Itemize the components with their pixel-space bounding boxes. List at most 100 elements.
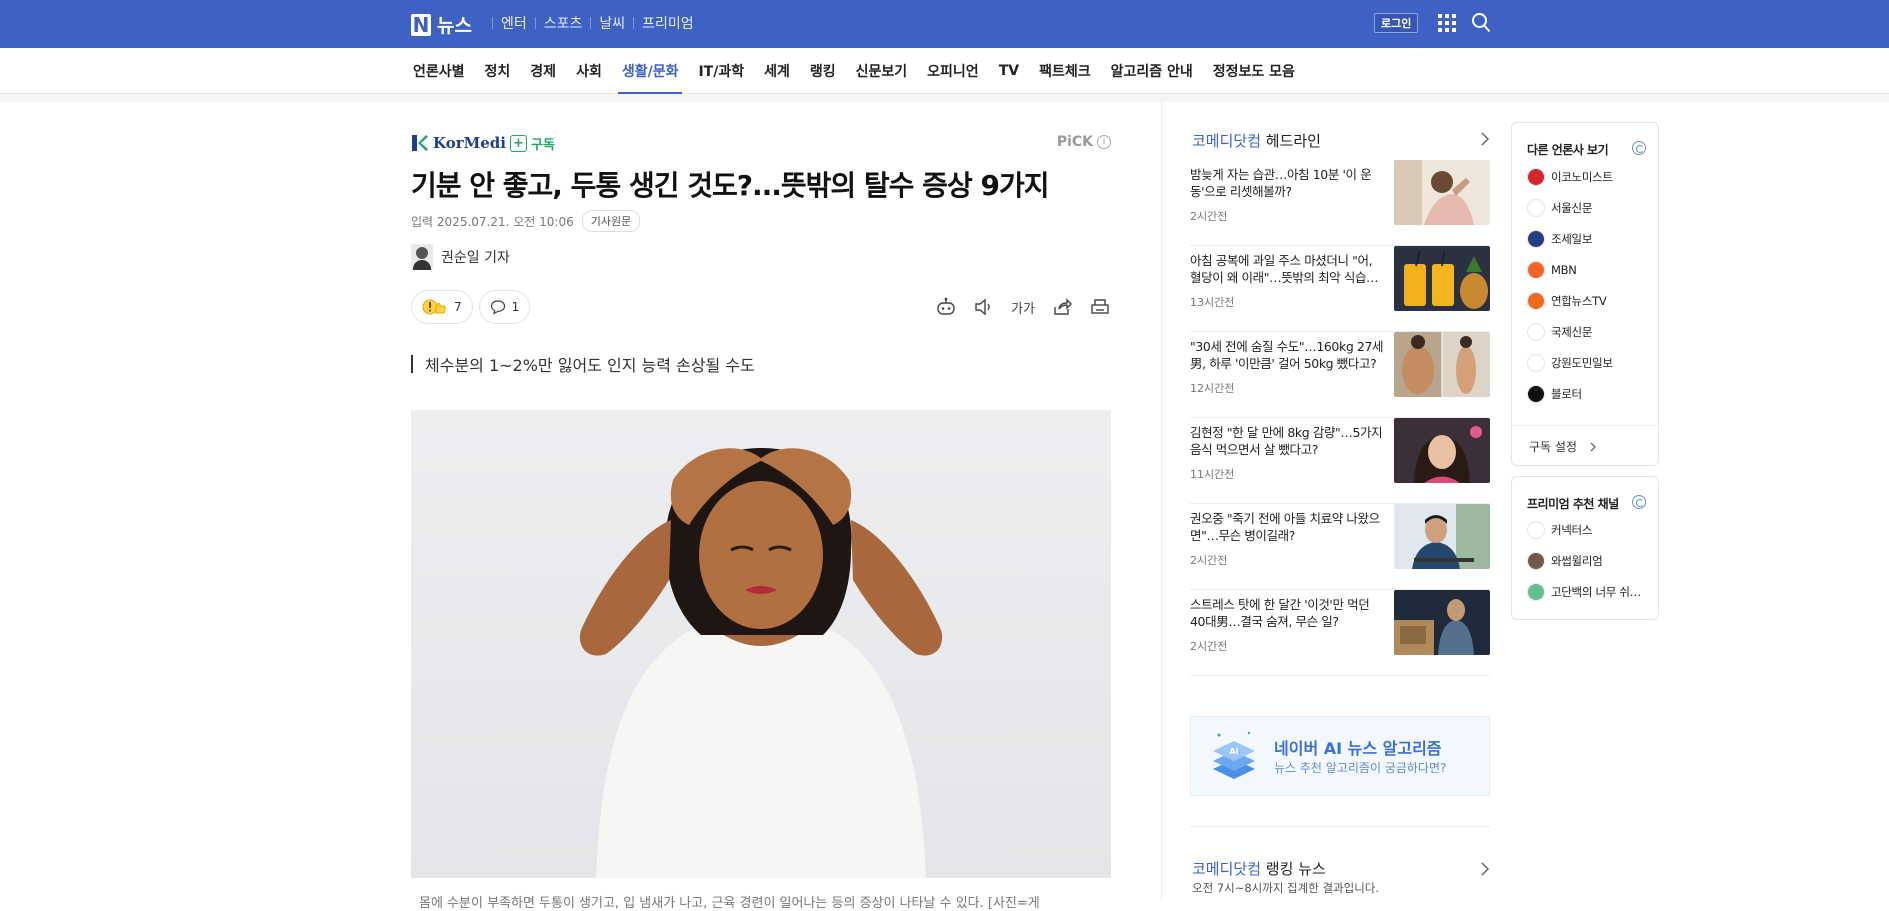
article-photo[interactable] [411,410,1111,878]
article-subtitle: 체수분의 1~2%만 잃어도 인지 능력 손상될 수도 [411,352,755,376]
category-tab[interactable]: 알고리즘 안내 [1111,48,1193,94]
premium-title: 프리미엄 추천 채널 [1527,497,1619,511]
category-tab[interactable]: 오피니언 [927,48,979,94]
category-tab[interactable]: 사회 [576,48,602,94]
top-nav-premium[interactable]: 프리미엄 [634,13,702,33]
headline-thumbnail [1394,160,1490,225]
apps-grid-icon[interactable] [1438,14,1456,32]
news-wordmark: 뉴스 [437,15,472,37]
headline-item[interactable]: 김현정 "한 달 만에 8kg 감량"…5가지 음식 먹으면서 살 뺐다고? 1… [1190,418,1490,504]
category-tab[interactable]: 언론사별 [413,48,465,94]
original-article-link[interactable]: 기사원문 [581,210,641,232]
headlines-title[interactable]: 코메디닷컴 헤드라인 [1192,130,1321,151]
comment-icon [490,300,505,315]
refresh-icon[interactable] [1632,141,1646,155]
press-logo-icon [1527,323,1545,341]
press-item[interactable]: 서울신문 [1527,199,1592,217]
press-item[interactable]: 조세일보 [1527,230,1592,248]
category-tab[interactable]: 세계 [764,48,790,94]
headline-text: 스트레스 탓에 한 달간 '이것'만 먹던 40대男…결국 숨져, 무슨 일? [1190,597,1370,629]
category-tab[interactable]: 경제 [530,48,556,94]
reporter[interactable]: 권순일 기자 [411,244,510,270]
press-item-label: 커넥터스 [1551,523,1593,537]
category-tab[interactable]: 정정보도 모음 [1213,48,1295,94]
headline-time: 13시간전 [1190,296,1235,309]
ai-stack-icon: AI [1213,731,1255,779]
press-item-label: 강원도민일보 [1551,356,1613,370]
reporter-name: 권순일 기자 [441,250,510,266]
login-button[interactable]: 로그인 [1374,13,1419,33]
category-tab[interactable]: IT/과학 [698,48,744,94]
category-nav: 언론사별 정치 경제 사회 생활/문화 IT/과학 세계 랭킹 신문보기 오피니언 TV 팩트체크 알고… [0,48,1889,94]
press-logo-icon [1527,261,1545,279]
top-nav-weather[interactable]: 날씨 [591,13,633,33]
other-press-title: 다른 언론사 보기 [1527,143,1609,157]
subtitle-bar [411,355,413,373]
subscription-settings-label: 구독 설정 [1529,440,1577,454]
press-item[interactable]: 연합뉴스TV [1527,292,1607,310]
press-logo-icon [1527,385,1545,403]
press-item[interactable]: 강원도민일보 [1527,354,1613,372]
share-icon[interactable] [1051,296,1073,318]
divider-strip [0,94,1889,102]
category-tab[interactable]: TV [999,48,1019,94]
headline-item[interactable]: 밤늦게 자는 습관…아침 10분 '이 운동'으로 리셋해볼까? 2시간전 [1190,160,1490,246]
press-item[interactable]: 고단백의 너무 쉬… [1527,583,1641,601]
headline-item[interactable]: "30세 전에 숨질 수도"…160kg 27세 男, 하루 '이만큼' 걸어 … [1190,332,1490,418]
press-item[interactable]: 이코노미스트 [1527,168,1613,186]
avatar [411,244,433,270]
reaction-button[interactable]: 7 [411,290,473,324]
press-item[interactable]: 블로터 [1527,385,1582,403]
press-item-label: 와썹윌리엄 [1551,554,1603,568]
font-size-button[interactable]: 가가 [1011,298,1035,317]
headline-time: 2시간전 [1190,554,1228,567]
comment-button[interactable]: 1 [478,290,531,324]
press-item[interactable]: 와썹윌리엄 [1527,552,1603,570]
naver-news-logo[interactable]: N 뉴스 [411,11,472,38]
press-item[interactable]: 커넥터스 [1527,521,1592,539]
headline-item[interactable]: 스트레스 탓에 한 달간 '이것'만 먹던 40대男…결국 숨져, 무슨 일? … [1190,590,1490,676]
ranking-title[interactable]: 코메디닷컴 랭킹 뉴스 [1192,858,1326,879]
category-tab[interactable]: 정치 [485,48,511,94]
category-tab[interactable]: 팩트체크 [1039,48,1091,94]
plus-icon: + [510,135,527,152]
press-item-label: MBN [1551,263,1577,277]
subscribe-button[interactable]: + 구독 [510,134,555,153]
headline-thumbnail [1394,246,1490,311]
headline-text: 김현정 "한 달 만에 8kg 감량"…5가지 음식 먹으면서 살 뺐다고? [1190,425,1383,457]
pick-badge[interactable]: PiCK i [1057,134,1111,150]
headline-item[interactable]: 권오중 "죽기 전에 아들 치료약 나왔으면"…무슨 병이길래? 2시간전 [1190,504,1490,590]
ai-news-banner[interactable]: AI 네이버 AI 뉴스 알고리즘 뉴스 추천 알고리즘이 궁금하다면? [1190,716,1490,796]
press-item[interactable]: MBN [1527,261,1577,279]
subscription-settings[interactable]: 구독 설정 [1512,425,1658,465]
reaction-emoji-icon [422,299,446,315]
press-logo-icon [1527,199,1545,217]
article-title: 기분 안 좋고, 두통 생긴 것도?...뜻밖의 탈수 증상 9가지 [411,169,1049,202]
headline-item[interactable]: 아침 공복에 과일 주스 마셨더니 "어, 혈당이 왜 이래"…뜻밖의 최악 식… [1190,246,1490,332]
category-tab[interactable]: 랭킹 [810,48,836,94]
category-tab[interactable]: 생활/문화 [617,48,683,94]
top-nav-sports[interactable]: 스포츠 [536,13,591,33]
category-tab[interactable]: 신문보기 [856,48,908,94]
press-item-label: 이코노미스트 [1551,170,1613,184]
chevron-right-icon[interactable] [1480,132,1490,146]
chevron-right-icon[interactable] [1480,862,1490,876]
reactions: 7 1 [411,290,531,324]
speaker-icon[interactable] [973,296,995,318]
pick-label: PiCK [1056,134,1093,150]
headline-text: 아침 공복에 과일 주스 마셨더니 "어, 혈당이 왜 이래"…뜻밖의 최악 식… [1190,253,1379,285]
headline-text: "30세 전에 숨질 수도"…160kg 27세 男, 하루 '이만큼' 걸어 … [1190,339,1384,371]
refresh-icon[interactable] [1632,495,1646,509]
press-item[interactable]: 국제신문 [1527,323,1592,341]
search-icon[interactable] [1471,12,1491,34]
kormedi-logo-icon [412,135,428,151]
top-nav-entertainment[interactable]: 엔터 [493,13,535,33]
press-logo-icon [1527,354,1545,372]
press-logo[interactable]: KorMedi [411,134,506,152]
svg-text:AI: AI [1229,747,1238,756]
print-icon[interactable] [1089,296,1111,318]
press-row: KorMedi + 구독 PiCK i [411,132,1111,156]
summary-bot-icon[interactable] [935,296,957,318]
press-item-label: 국제신문 [1551,325,1593,339]
input-date: 입력 2025.07.21. 오전 10:06 [411,213,574,230]
